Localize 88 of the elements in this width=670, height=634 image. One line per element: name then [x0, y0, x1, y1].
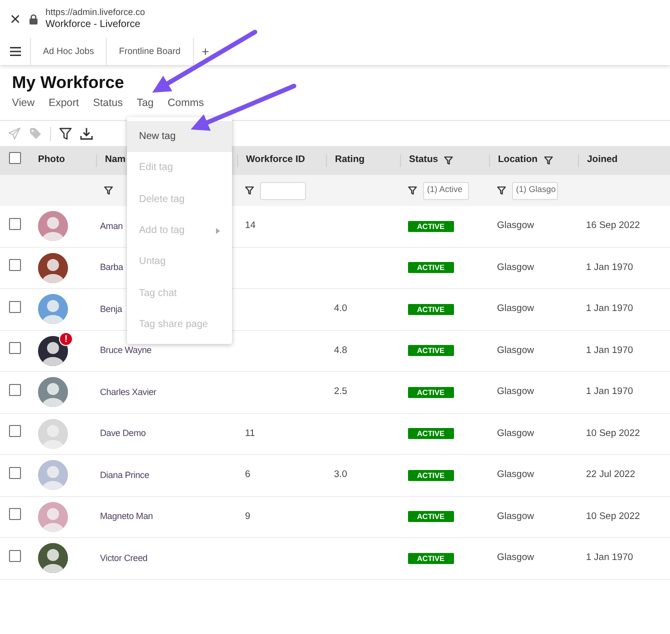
- location: Glasgow: [497, 385, 534, 400]
- avatar-icon: [38, 252, 68, 283]
- workforce-id: 6: [245, 468, 250, 482]
- checkbox[interactable]: [9, 342, 21, 354]
- avatar-icon: [38, 418, 68, 449]
- filter-icon[interactable]: [497, 186, 506, 195]
- avatar-icon: [38, 543, 68, 574]
- checkbox[interactable]: [9, 550, 21, 562]
- person-name: Bruce Wayne: [100, 344, 152, 357]
- column-header: Status: [409, 153, 438, 168]
- app-tab[interactable]: Ad Hoc Jobs: [30, 38, 106, 65]
- filter-icon[interactable]: [544, 156, 553, 165]
- filter-icon[interactable]: [59, 127, 72, 140]
- joined-date: 1 Jan 1970: [586, 302, 634, 316]
- checkbox[interactable]: [9, 218, 21, 230]
- column-header: Rating: [335, 153, 365, 168]
- menu-item[interactable]: Export: [42, 96, 86, 112]
- menu-item[interactable]: Tag: [130, 96, 161, 112]
- caret-icon: [216, 228, 220, 234]
- checkbox[interactable]: [9, 384, 21, 396]
- filter-icon[interactable]: [408, 186, 417, 195]
- menu-icon[interactable]: [10, 47, 20, 56]
- close-button[interactable]: ×: [8, 10, 23, 28]
- avatar-icon: [38, 294, 68, 324]
- workforce-id: 11: [245, 426, 255, 441]
- column-header: Joined: [587, 153, 618, 168]
- filter-icon[interactable]: [245, 186, 254, 195]
- location: Glasgow: [497, 510, 534, 524]
- joined-date: 1 Jan 1970: [586, 260, 634, 275]
- rating: 3.0: [334, 468, 348, 482]
- menu-item[interactable]: Status: [86, 96, 130, 112]
- filter-field[interactable]: (1) Active: [423, 182, 469, 200]
- avatar-icon: [38, 211, 68, 242]
- location: Glasgow: [497, 302, 534, 316]
- location: Glasgow: [497, 344, 534, 358]
- filter-icon[interactable]: [104, 186, 113, 195]
- download-icon[interactable]: [80, 127, 93, 140]
- column-header: Workforce ID: [246, 153, 305, 168]
- column-header: Nam: [105, 153, 126, 168]
- joined-date: 1 Jan 1970: [586, 551, 634, 566]
- rating: 4.8: [334, 344, 348, 358]
- joined-date: 1 Jan 1970: [586, 344, 634, 358]
- app-tab[interactable]: Frontline Board: [106, 38, 193, 65]
- alert-badge: !: [59, 332, 73, 346]
- avatar-icon: [38, 502, 68, 532]
- checkbox[interactable]: [9, 259, 21, 272]
- person-name: Victor Creed: [100, 552, 148, 564]
- workforce-id: 14: [245, 219, 256, 234]
- checkbox[interactable]: [9, 508, 21, 520]
- person-name: Aman: [100, 220, 123, 232]
- joined-date: 22 Jul 2022: [586, 468, 636, 482]
- filter-field[interactable]: [260, 182, 306, 200]
- checkbox[interactable]: [9, 300, 21, 313]
- filter-icon[interactable]: [444, 156, 454, 165]
- menu-item[interactable]: Comms: [160, 96, 211, 112]
- page-heading: My Workforce: [12, 73, 126, 93]
- column-header: Location: [498, 153, 538, 168]
- location: Glasgow: [497, 468, 534, 482]
- joined-date: 16 Sep 2022: [586, 219, 640, 234]
- checkbox[interactable]: [9, 152, 21, 164]
- joined-date: 10 Sep 2022: [586, 426, 640, 441]
- page-title: Workforce - Liveforce: [46, 18, 142, 32]
- column-header: Photo: [38, 153, 65, 168]
- person-name: Charles Xavier: [100, 386, 156, 398]
- rating: 2.5: [334, 385, 348, 400]
- person-name: Barba: [100, 261, 124, 274]
- location: Glasgow: [497, 260, 534, 275]
- rating: 4.0: [334, 302, 348, 316]
- filter-field[interactable]: (1) Glasgo: [512, 182, 558, 200]
- checkbox[interactable]: [9, 466, 21, 479]
- avatar-icon: [38, 336, 68, 366]
- joined-date: 10 Sep 2022: [586, 510, 640, 524]
- person-name: Benja: [100, 302, 122, 316]
- location: Glasgow: [497, 219, 534, 234]
- location: Glasgow: [497, 426, 534, 441]
- person-name: Magneto Man: [100, 510, 153, 523]
- menu-item[interactable]: View: [5, 96, 42, 112]
- avatar-icon: [38, 377, 68, 408]
- location: Glasgow: [497, 551, 534, 566]
- joined-date: 1 Jan 1970: [586, 385, 634, 400]
- dropdown-item[interactable]: New tag: [127, 121, 232, 152]
- person-name: Diana Prince: [100, 468, 150, 482]
- workforce-id: 9: [245, 510, 250, 524]
- lock-icon: [28, 14, 38, 24]
- avatar-icon: [38, 460, 68, 490]
- page-url: https://admin.liveforce.co: [46, 6, 146, 18]
- checkbox[interactable]: [9, 425, 21, 438]
- person-name: Dave Demo: [100, 427, 146, 440]
